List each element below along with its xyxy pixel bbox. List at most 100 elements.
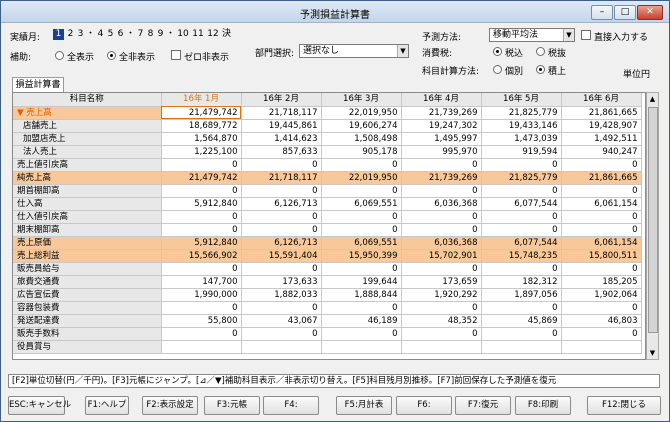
account-name-cell[interactable]: 店舗売上 [13, 119, 162, 133]
account-name-cell[interactable]: 販売手数料 [13, 327, 162, 341]
value-cell[interactable]: 21,479,742 [161, 171, 242, 185]
month-1[interactable]: 1 [53, 29, 64, 40]
value-cell[interactable]: 0 [241, 184, 322, 198]
f12-close-button[interactable]: F12:閉じる [587, 396, 661, 415]
account-name-cell[interactable]: 売上総利益 [13, 249, 162, 263]
value-cell[interactable]: 0 [161, 301, 242, 315]
value-cell[interactable]: 15,702,901 [401, 249, 482, 263]
tab-income-statement[interactable]: 損益計算書 [12, 77, 64, 92]
value-cell[interactable]: 995,970 [401, 145, 482, 159]
account-name-cell[interactable]: 期首棚卸高 [13, 184, 162, 198]
account-name-cell[interactable]: 容器包装費 [13, 301, 162, 315]
value-cell[interactable]: 43,067 [241, 314, 322, 328]
value-cell[interactable]: 6,069,551 [321, 236, 402, 250]
value-cell[interactable]: 0 [161, 223, 242, 237]
value-cell[interactable]: 21,479,742 [161, 106, 242, 120]
value-cell[interactable] [321, 340, 402, 354]
account-name-cell[interactable]: 法人売上 [13, 145, 162, 159]
value-cell[interactable]: 0 [401, 158, 482, 172]
tax-excl-radio[interactable] [536, 47, 545, 56]
value-cell[interactable]: 0 [401, 301, 482, 315]
value-cell[interactable]: 19,606,274 [321, 119, 402, 133]
calc-cumulative-radio[interactable] [536, 65, 545, 74]
account-name-cell[interactable]: 仕入値引戻高 [13, 210, 162, 224]
value-cell[interactable] [401, 340, 482, 354]
value-cell[interactable]: 182,312 [481, 275, 562, 289]
f6-button[interactable]: F6: [396, 396, 452, 415]
value-cell[interactable]: 0 [321, 223, 402, 237]
value-cell[interactable]: 15,950,399 [321, 249, 402, 263]
f1-help-button[interactable]: F1:ヘルプ [85, 396, 129, 415]
value-cell[interactable]: 0 [321, 327, 402, 341]
f2-display-settings-button[interactable]: F2:表示設定 [142, 396, 198, 415]
value-cell[interactable]: 6,077,544 [481, 236, 562, 250]
scroll-up-icon[interactable]: ▲ [647, 93, 658, 105]
value-cell[interactable]: 0 [401, 184, 482, 198]
value-cell[interactable]: 905,178 [321, 145, 402, 159]
scroll-down-icon[interactable]: ▼ [647, 347, 658, 359]
value-cell[interactable]: 15,566,902 [161, 249, 242, 263]
value-cell[interactable]: 55,800 [161, 314, 242, 328]
value-cell[interactable]: 5,912,840 [161, 197, 242, 211]
value-cell[interactable]: 19,247,302 [401, 119, 482, 133]
value-cell[interactable]: 1,508,498 [321, 132, 402, 146]
value-cell[interactable]: 0 [241, 223, 322, 237]
zero-hide-checkbox[interactable] [171, 50, 181, 60]
collapse-triangle-icon[interactable]: ▼ [17, 108, 26, 118]
value-cell[interactable]: 6,126,713 [241, 197, 322, 211]
account-name-cell[interactable]: 発送配達費 [13, 314, 162, 328]
value-cell[interactable]: 21,861,665 [561, 171, 642, 185]
value-cell[interactable]: 6,077,544 [481, 197, 562, 211]
value-cell[interactable] [241, 340, 322, 354]
account-name-cell[interactable]: 広告宣伝費 [13, 288, 162, 302]
value-cell[interactable]: 0 [481, 184, 562, 198]
value-cell[interactable]: 1,225,100 [161, 145, 242, 159]
esc-cancel-button[interactable]: ESC:キャンセル [8, 396, 71, 415]
value-cell[interactable]: 19,433,146 [481, 119, 562, 133]
value-cell[interactable] [161, 340, 242, 354]
calc-individual-radio[interactable] [493, 65, 502, 74]
value-cell[interactable]: 1,902,064 [561, 288, 642, 302]
value-cell[interactable]: 857,633 [241, 145, 322, 159]
value-cell[interactable]: 0 [321, 158, 402, 172]
value-cell[interactable]: 0 [241, 210, 322, 224]
value-cell[interactable]: 21,718,117 [241, 106, 322, 120]
value-cell[interactable] [481, 340, 562, 354]
value-cell[interactable]: 0 [241, 301, 322, 315]
value-cell[interactable]: 6,061,154 [561, 197, 642, 211]
value-cell[interactable]: 0 [401, 210, 482, 224]
value-cell[interactable]: 0 [321, 262, 402, 276]
value-cell[interactable]: 6,036,368 [401, 236, 482, 250]
f3-ledger-button[interactable]: F3:元帳 [204, 396, 260, 415]
account-name-cell[interactable]: 役員賞与 [13, 340, 162, 354]
maximize-icon[interactable]: □ [614, 5, 636, 20]
account-name-cell[interactable]: 売上値引戻高 [13, 158, 162, 172]
value-cell[interactable]: 0 [161, 184, 242, 198]
value-cell[interactable]: 46,189 [321, 314, 402, 328]
value-cell[interactable]: 0 [561, 262, 642, 276]
value-cell[interactable]: 19,428,907 [561, 119, 642, 133]
f4-button[interactable]: F4: [263, 396, 319, 415]
value-cell[interactable]: 1,990,000 [161, 288, 242, 302]
value-cell[interactable]: 0 [561, 327, 642, 341]
value-cell[interactable]: 0 [561, 210, 642, 224]
value-cell[interactable]: 0 [401, 262, 482, 276]
value-cell[interactable]: 0 [481, 223, 562, 237]
vertical-scrollbar[interactable]: ▲ ▼ [646, 92, 659, 360]
value-cell[interactable]: 1,495,997 [401, 132, 482, 146]
show-all-radio[interactable] [55, 51, 64, 60]
value-cell[interactable]: 22,019,950 [321, 171, 402, 185]
value-cell[interactable]: 0 [561, 158, 642, 172]
value-cell[interactable]: 0 [481, 158, 562, 172]
value-cell[interactable]: 147,700 [161, 275, 242, 289]
value-cell[interactable]: 0 [321, 210, 402, 224]
value-cell[interactable]: 0 [241, 262, 322, 276]
value-cell[interactable]: 173,659 [401, 275, 482, 289]
value-cell[interactable]: 1,897,056 [481, 288, 562, 302]
account-name-cell[interactable]: 加盟店売上 [13, 132, 162, 146]
value-cell[interactable]: 940,247 [561, 145, 642, 159]
value-cell[interactable]: 0 [241, 158, 322, 172]
month-settlement[interactable]: 決 [221, 29, 232, 40]
tax-incl-radio[interactable] [493, 47, 502, 56]
minimize-icon[interactable]: – [591, 5, 613, 20]
